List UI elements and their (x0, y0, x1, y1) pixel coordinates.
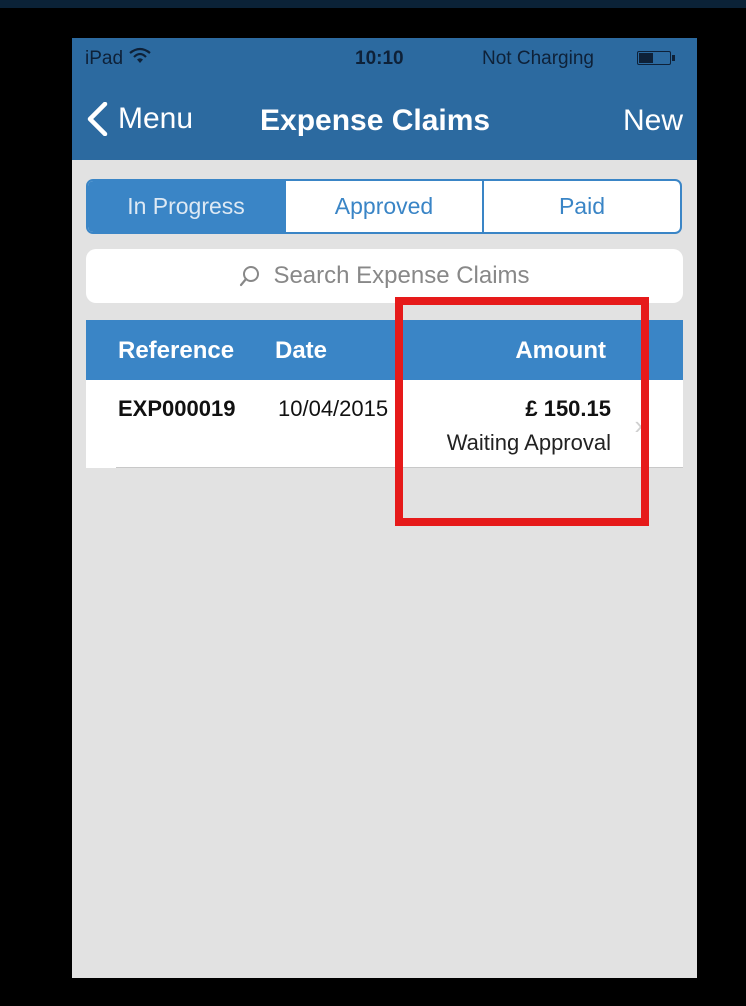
carrier-label: iPad (85, 48, 124, 69)
row-divider (116, 467, 683, 468)
tab-paid[interactable]: Paid (482, 181, 680, 232)
wifi-icon (129, 47, 151, 63)
page-title: Expense Claims (260, 104, 491, 137)
tab-approved[interactable]: Approved (284, 181, 482, 232)
claim-amount: £ 150.15 (525, 396, 611, 421)
search-bar[interactable]: Search Expense Claims (86, 249, 683, 303)
back-label: Menu (118, 102, 194, 135)
battery-icon (637, 51, 675, 65)
column-header-date: Date (275, 337, 328, 364)
status-time: 10:10 (355, 48, 404, 69)
status-tabs: In Progress Approved Paid (86, 179, 682, 234)
claim-status: Waiting Approval (446, 430, 611, 455)
claim-date: 10/04/2015 (278, 396, 389, 421)
back-button[interactable]: Menu (86, 102, 193, 136)
claim-reference: EXP000019 (118, 396, 236, 421)
top-strip (0, 0, 746, 8)
charging-status: Not Charging (482, 48, 594, 69)
tab-in-progress[interactable]: In Progress (88, 181, 284, 232)
device-screen: iPad 10:10 Not Charging Menu Expense Cla… (72, 38, 697, 978)
column-header-reference: Reference (118, 337, 235, 364)
navigation-bar: Menu Expense Claims New (72, 96, 697, 146)
top-bar: iPad 10:10 Not Charging Menu Expense Cla… (72, 38, 697, 160)
status-bar: iPad 10:10 Not Charging (72, 38, 697, 78)
new-button[interactable]: New (623, 104, 683, 138)
chevron-right-icon: › (634, 410, 643, 440)
column-header-amount: Amount (515, 337, 606, 364)
search-placeholder: Search Expense Claims (273, 262, 530, 289)
chevron-left-icon (87, 102, 108, 136)
table-header: Reference Date Amount (86, 320, 683, 380)
search-icon (240, 266, 260, 287)
table-row[interactable]: EXP000019 10/04/2015 £ 150.15 Waiting Ap… (86, 380, 683, 468)
